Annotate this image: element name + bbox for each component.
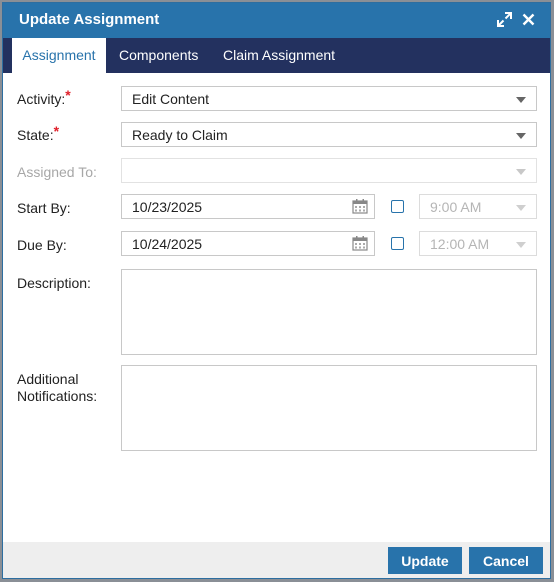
due-by-date-value: 10/24/2025 (132, 236, 203, 252)
close-icon[interactable] (520, 10, 536, 28)
additional-notifications-label: Additional Notifications: (17, 371, 97, 405)
assigned-to-select (121, 158, 537, 183)
chevron-down-icon (516, 97, 526, 103)
update-assignment-dialog: Update Assignment Assignment Components … (2, 2, 551, 579)
chevron-down-icon (516, 169, 526, 175)
start-by-date-value: 10/23/2025 (132, 199, 203, 215)
additional-notifications-label-line2: Notifications: (17, 388, 98, 404)
state-select[interactable]: Ready to Claim (121, 122, 537, 147)
required-marker: * (53, 123, 60, 139)
due-by-time-select: 12:00 AM (419, 231, 537, 256)
state-value: Ready to Claim (132, 127, 228, 143)
chevron-down-icon (516, 133, 526, 139)
state-label-text: State: (17, 127, 54, 143)
titlebar-icons (496, 10, 536, 28)
additional-notifications-label-line1: Additional (17, 371, 79, 387)
cancel-button[interactable]: Cancel (469, 547, 543, 574)
activity-value: Edit Content (132, 91, 210, 107)
tab-assignment[interactable]: Assignment (12, 38, 106, 73)
description-label: Description: (17, 275, 91, 291)
start-by-label: Start By: (17, 200, 71, 216)
state-label: State:* (17, 123, 59, 143)
dialog-footer: Update Cancel (3, 542, 550, 578)
tab-claim-assignment[interactable]: Claim Assignment (223, 38, 335, 73)
due-by-date-input[interactable]: 10/24/2025 (121, 231, 375, 256)
dialog-titlebar: Update Assignment (3, 3, 550, 38)
due-by-label: Due By: (17, 237, 67, 253)
tab-components[interactable]: Components (119, 38, 198, 73)
dialog-title: Update Assignment (19, 11, 160, 28)
additional-notifications-textarea[interactable] (121, 365, 537, 451)
assigned-to-label: Assigned To: (17, 164, 97, 180)
activity-label: Activity:* (17, 87, 71, 107)
due-by-time-checkbox[interactable] (391, 237, 404, 250)
start-by-time-checkbox[interactable] (391, 200, 404, 213)
start-by-date-input[interactable]: 10/23/2025 (121, 194, 375, 219)
due-by-time-value: 12:00 AM (430, 236, 490, 252)
chevron-down-icon (516, 242, 526, 248)
start-by-time-value: 9:00 AM (430, 199, 482, 215)
activity-select[interactable]: Edit Content (121, 86, 537, 111)
tab-bar: Assignment Components Claim Assignment (3, 38, 550, 73)
required-marker: * (65, 87, 71, 103)
activity-label-text: Activity: (17, 91, 66, 107)
calendar-icon[interactable] (352, 199, 368, 214)
calendar-icon[interactable] (352, 236, 368, 251)
chevron-down-icon (516, 205, 526, 211)
description-textarea[interactable] (121, 269, 537, 355)
update-button[interactable]: Update (388, 547, 462, 574)
start-by-time-select: 9:00 AM (419, 194, 537, 219)
expand-icon[interactable] (496, 10, 512, 28)
